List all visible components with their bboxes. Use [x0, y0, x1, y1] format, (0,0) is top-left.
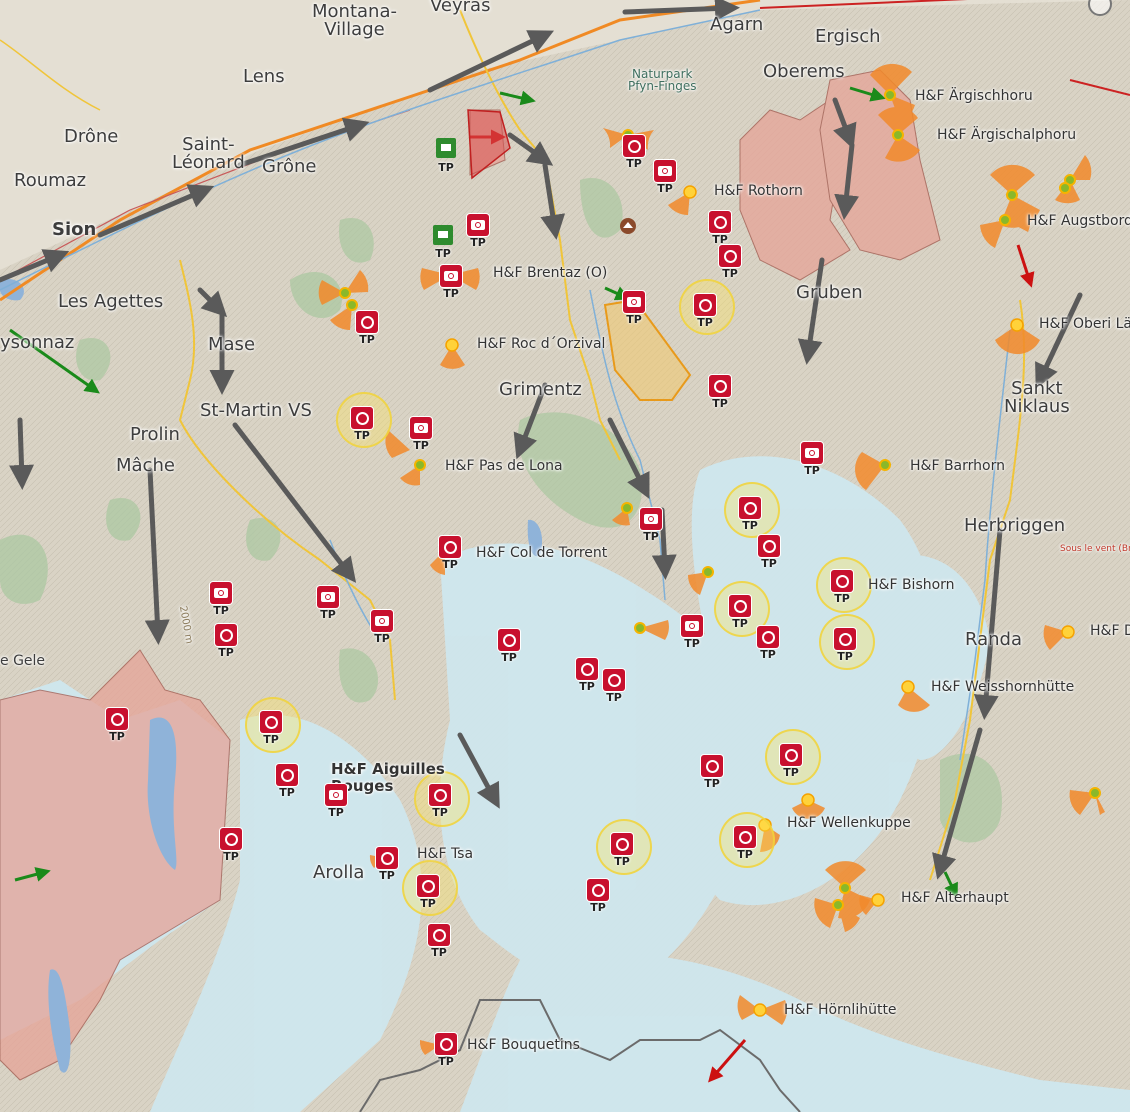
hf-label-alterhaupt[interactable]: H&F Alterhaupt	[901, 891, 1009, 905]
hf-label-rothorn[interactable]: H&F Rothorn	[714, 184, 803, 198]
place-label-roumaz: Roumaz	[14, 170, 87, 191]
hf-label-augstbord[interactable]: H&F Augstbord	[1027, 214, 1130, 228]
tp-marker-camera[interactable]: TP	[208, 582, 234, 620]
tp-marker[interactable]: TP	[829, 570, 855, 608]
tp-marker-camera[interactable]: TP	[408, 417, 434, 455]
tp-marker[interactable]: TP	[437, 536, 463, 574]
hf-label-barrhorn[interactable]: H&F Barrhorn	[910, 459, 1005, 473]
tp-marker[interactable]: TP	[426, 924, 452, 962]
hf-label-oberi[interactable]: H&F Oberi Lä	[1039, 317, 1130, 331]
place-label-gruben: Gruben	[796, 282, 863, 303]
place-label-mase: Mase	[208, 334, 256, 355]
map-canvas[interactable]: Montana- Village Veyras Agarn Ergisch Ob…	[0, 0, 1130, 1112]
tp-marker[interactable]: TP	[349, 407, 375, 445]
tp-marker-camera[interactable]: TP	[438, 265, 464, 303]
place-label-prolin: Prolin	[130, 424, 180, 445]
tp-marker[interactable]: TP	[104, 708, 130, 746]
tp-marker[interactable]: TP	[258, 711, 284, 749]
tp-marker[interactable]: TP	[274, 764, 300, 802]
tp-marker-camera[interactable]: TP	[638, 508, 664, 546]
tp-marker[interactable]: TP	[755, 626, 781, 664]
tp-marker-camera[interactable]: TP	[315, 586, 341, 624]
tp-marker[interactable]: TP	[354, 311, 380, 349]
tp-marker-camera[interactable]: TP	[465, 214, 491, 252]
tp-marker[interactable]: TP	[433, 1033, 459, 1071]
place-label-les-agettes: Les Agettes	[58, 291, 164, 312]
place-label-naturpark: Naturpark Pfyn-Finges	[628, 67, 697, 93]
hf-label-pas-lona[interactable]: H&F Pas de Lona	[445, 459, 563, 473]
tp-marker[interactable]: TP	[415, 875, 441, 913]
place-label-veyras: Veyras	[430, 0, 491, 16]
tp-marker[interactable]: TP	[621, 135, 647, 173]
tp-marker[interactable]: TP	[707, 375, 733, 413]
tp-marker[interactable]: TP	[727, 595, 753, 633]
hf-label-wellenkuppe[interactable]: H&F Wellenkuppe	[787, 816, 911, 830]
place-label-drone: Drône	[64, 126, 119, 147]
hf-label-roc-orzival[interactable]: H&F Roc d´Orzival	[477, 337, 605, 351]
place-label-sion: Sion	[52, 219, 97, 240]
tp-marker-flag[interactable]: TP	[433, 139, 459, 177]
tp-marker[interactable]: TP	[707, 211, 733, 249]
tp-marker[interactable]: TP	[218, 828, 244, 866]
place-label-lens: Lens	[243, 66, 285, 87]
tp-marker[interactable]: TP	[601, 669, 627, 707]
tp-marker-camera[interactable]: TP	[621, 291, 647, 329]
tp-marker[interactable]: TP	[574, 658, 600, 696]
tp-marker[interactable]: TP	[699, 755, 725, 793]
place-label-arolla: Arolla	[313, 862, 365, 883]
tp-marker[interactable]: TP	[737, 497, 763, 535]
hf-label-tsa[interactable]: H&F Tsa	[417, 847, 473, 861]
place-label-grone: Grône	[262, 156, 317, 177]
hf-label-brentaz[interactable]: H&F Brentaz (O)	[493, 266, 607, 280]
place-label-montana: Montana- Village	[312, 1, 397, 40]
tp-marker[interactable]: TP	[832, 628, 858, 666]
tp-marker-camera[interactable]: TP	[652, 160, 678, 198]
tp-marker-camera[interactable]: TP	[323, 784, 349, 822]
tp-marker-camera[interactable]: TP	[799, 442, 825, 480]
place-label-st-martin: St-Martin VS	[200, 400, 312, 421]
place-label-grimentz: Grimentz	[499, 379, 582, 400]
tp-marker[interactable]: TP	[609, 833, 635, 871]
place-label-gele: e Gele	[0, 653, 46, 669]
hf-label-aergischhoru[interactable]: H&F Ärgischhoru	[915, 89, 1033, 103]
hf-label-weisshornhuette[interactable]: H&F Weisshornhütte	[931, 680, 1074, 694]
tp-marker[interactable]: TP	[778, 744, 804, 782]
tp-marker-camera[interactable]: TP	[679, 615, 705, 653]
hf-label-h-d[interactable]: H&F D	[1090, 624, 1130, 638]
hf-label-bouquetins[interactable]: H&F Bouquetins	[467, 1038, 580, 1052]
place-label-herbriggen: Herbriggen	[964, 515, 1066, 536]
tp-marker[interactable]: TP	[732, 826, 758, 864]
place-label-mache: Mâche	[116, 455, 175, 476]
road-note-label: Sous le vent (Brise de va	[1060, 544, 1130, 554]
place-label-ergisch: Ergisch	[815, 26, 881, 47]
hf-label-col-torrent[interactable]: H&F Col de Torrent	[476, 546, 607, 560]
tp-marker[interactable]: TP	[585, 879, 611, 917]
place-label-saint-leonard: Saint- Léonard	[172, 134, 245, 173]
tp-marker[interactable]: TP	[692, 294, 718, 332]
place-label-oberems: Oberems	[763, 61, 845, 82]
tp-marker-flag[interactable]: TP	[430, 225, 456, 263]
place-label-sankt-niklaus: Sankt Niklaus	[1004, 378, 1070, 417]
place-label-agarn: Agarn	[710, 14, 764, 35]
tp-marker[interactable]: TP	[496, 629, 522, 667]
tp-marker[interactable]: TP	[213, 624, 239, 662]
tp-marker[interactable]: TP	[717, 245, 743, 283]
tp-marker-camera[interactable]: TP	[369, 610, 395, 648]
place-label-randa: Randa	[965, 629, 1023, 650]
hf-label-aergischalphoru[interactable]: H&F Ärgischalphoru	[937, 128, 1076, 142]
tp-marker[interactable]: TP	[427, 784, 453, 822]
tp-marker[interactable]: TP	[374, 847, 400, 885]
tp-marker[interactable]: TP	[756, 535, 782, 573]
hf-label-bishorn[interactable]: H&F Bishorn	[868, 578, 955, 592]
place-label-vex: ysonnaz	[0, 332, 75, 353]
hf-label-hoernlihuette[interactable]: H&F Hörnlihütte	[784, 1003, 897, 1017]
